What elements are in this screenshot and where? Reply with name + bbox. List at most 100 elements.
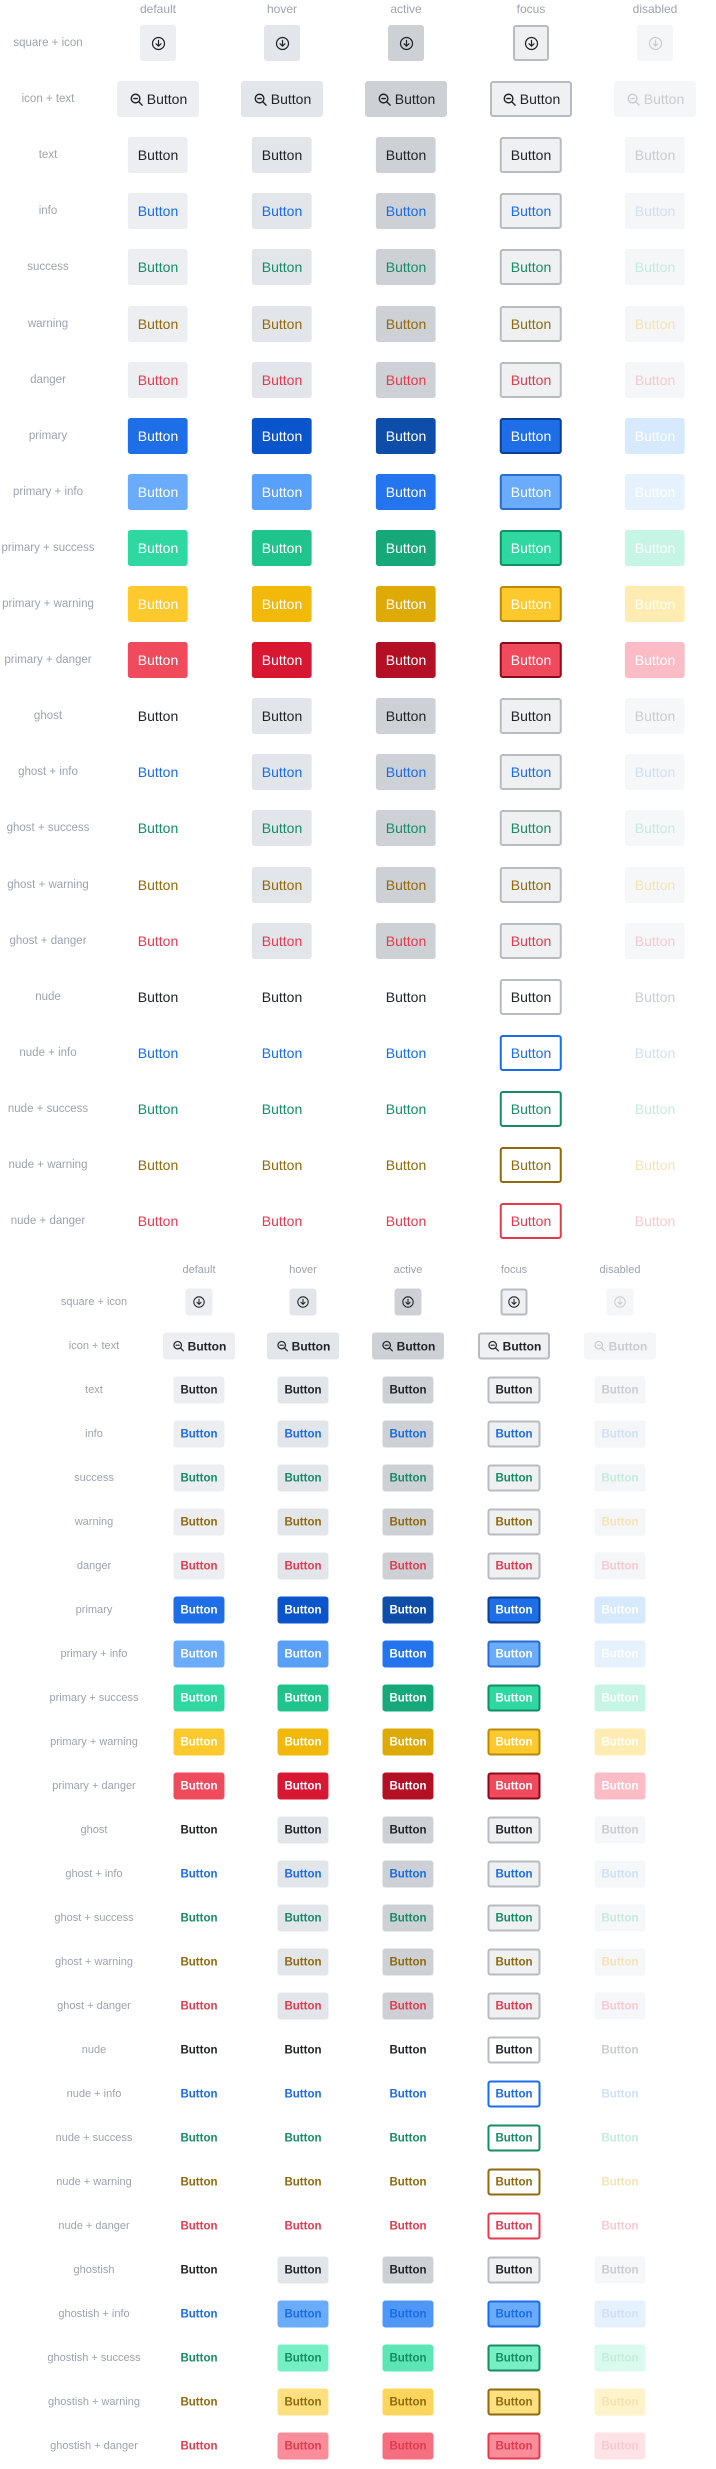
button-default[interactable]: Button — [128, 810, 188, 846]
button-hover[interactable]: Button — [277, 1552, 329, 1580]
button-focus[interactable]: Button — [499, 193, 563, 230]
button-focus[interactable]: Button — [499, 586, 563, 622]
button-focus[interactable]: Button — [487, 1904, 541, 1932]
button-focus[interactable]: Button — [499, 866, 563, 903]
button-focus[interactable]: Button — [499, 1090, 563, 1127]
button-hover[interactable]: Button — [277, 2256, 329, 2284]
button-active[interactable]: Button — [382, 1992, 434, 2020]
button-hover[interactable]: Button — [251, 305, 313, 342]
button-active[interactable]: Button — [365, 81, 447, 118]
button-active[interactable]: Button — [382, 2344, 434, 2372]
button-hover[interactable]: Button — [251, 193, 313, 230]
button-default[interactable]: Button — [117, 81, 199, 118]
button-active[interactable]: Button — [382, 1464, 434, 1492]
button-focus[interactable]: Button — [487, 1992, 541, 2020]
button-focus[interactable]: Button — [487, 2344, 541, 2372]
button-hover[interactable]: Button — [251, 417, 313, 454]
button-active[interactable]: Button — [372, 1332, 444, 1360]
button-default[interactable]: Button — [128, 923, 188, 959]
button-focus[interactable]: Button — [499, 810, 563, 847]
button-focus[interactable]: Button — [487, 1860, 541, 1888]
button-active[interactable]: Button — [376, 1203, 436, 1239]
button-focus[interactable]: Button — [487, 2036, 541, 2064]
button-focus[interactable]: Button — [499, 1034, 563, 1071]
button-default[interactable]: Button — [127, 586, 189, 622]
button-active[interactable]: Button — [382, 1904, 434, 1932]
button-active[interactable]: Button — [376, 1147, 436, 1183]
button-focus[interactable]: Button — [487, 1464, 541, 1492]
button-default[interactable]: Button — [128, 754, 188, 790]
button-hover[interactable]: Button — [277, 2037, 328, 2064]
button-active[interactable]: Button — [382, 2037, 433, 2064]
button-default[interactable]: Button — [128, 698, 188, 734]
button-active[interactable]: Button — [375, 361, 437, 398]
button-focus[interactable]: Button — [487, 2124, 541, 2152]
button-hover[interactable]: Button — [277, 2169, 328, 2196]
button-active[interactable]: Button — [382, 2256, 434, 2284]
button-default[interactable]: Button — [173, 1772, 225, 1800]
button-active[interactable]: Button — [375, 193, 437, 230]
button-hover[interactable]: Button — [277, 1992, 329, 2020]
button-hover[interactable]: Button — [251, 866, 313, 903]
button-focus[interactable]: Button — [499, 698, 563, 735]
button-default[interactable]: Button — [173, 2037, 224, 2064]
button-active[interactable]: Button — [375, 866, 437, 903]
button-focus[interactable]: Button — [499, 473, 563, 510]
button-active[interactable]: Button — [382, 1420, 434, 1448]
button-active[interactable]: Button — [382, 1860, 434, 1888]
button-focus[interactable]: Button — [499, 978, 563, 1015]
button-focus[interactable]: Button — [487, 2080, 541, 2108]
button-focus[interactable]: Button — [499, 1203, 563, 1240]
button-focus[interactable]: Button — [487, 1596, 541, 1624]
button-active[interactable]: Button — [382, 1772, 434, 1800]
button-hover[interactable]: Button — [241, 81, 323, 118]
button-active[interactable]: Button — [382, 1816, 434, 1844]
button-active[interactable]: Button — [375, 754, 437, 791]
button-default[interactable]: Button — [173, 1596, 225, 1624]
button-default[interactable]: Button — [173, 1728, 225, 1756]
button-active[interactable]: Button — [382, 2300, 434, 2328]
button-hover[interactable]: Button — [252, 1035, 312, 1071]
button-focus[interactable]: Button — [487, 1552, 541, 1580]
button-active[interactable]: Button — [382, 2125, 433, 2152]
button-hover[interactable]: Button — [251, 586, 313, 622]
button-focus[interactable]: Button — [487, 2212, 541, 2240]
button-active[interactable]: Button — [375, 698, 437, 735]
button-default[interactable]: Button — [127, 305, 189, 342]
button-default[interactable]: Button — [173, 1420, 225, 1448]
button-hover[interactable]: Button — [251, 249, 313, 286]
button-focus[interactable]: Button — [487, 1376, 541, 1404]
button-hover[interactable]: Button — [277, 2081, 328, 2108]
button-focus[interactable]: Button — [499, 922, 563, 959]
button-active[interactable]: Button — [382, 2169, 433, 2196]
button-active[interactable]: Button — [382, 1948, 434, 1976]
button-default[interactable]: Button — [173, 2389, 224, 2416]
button-default[interactable]: Button — [173, 1905, 224, 1932]
button-focus[interactable]: Button — [487, 2300, 541, 2328]
button-default[interactable]: Button — [173, 2257, 224, 2284]
button-default[interactable]: Button — [173, 1640, 225, 1668]
button-focus[interactable]: Button — [487, 1948, 541, 1976]
button-focus[interactable]: Button — [487, 1816, 541, 1844]
square-icon-button-hover[interactable] — [264, 25, 300, 61]
button-focus[interactable]: Button — [499, 417, 563, 454]
button-default[interactable]: Button — [163, 1332, 235, 1360]
button-hover[interactable]: Button — [251, 698, 313, 735]
button-focus[interactable]: Button — [487, 2168, 541, 2196]
button-default[interactable]: Button — [173, 1817, 224, 1844]
button-active[interactable]: Button — [375, 642, 437, 679]
button-hover[interactable]: Button — [252, 1091, 312, 1127]
button-active[interactable]: Button — [375, 137, 437, 174]
button-default[interactable]: Button — [127, 473, 189, 510]
button-active[interactable]: Button — [375, 529, 437, 566]
button-hover[interactable]: Button — [277, 1596, 329, 1624]
button-active[interactable]: Button — [382, 1552, 434, 1580]
button-focus[interactable]: Button — [487, 1728, 541, 1756]
button-hover[interactable]: Button — [277, 2125, 328, 2152]
button-hover[interactable]: Button — [251, 754, 313, 791]
button-active[interactable]: Button — [382, 1684, 434, 1712]
button-focus[interactable]: Button — [487, 1508, 541, 1536]
button-active[interactable]: Button — [382, 2213, 433, 2240]
button-active[interactable]: Button — [375, 305, 437, 342]
square-icon-button-active[interactable] — [388, 25, 424, 61]
